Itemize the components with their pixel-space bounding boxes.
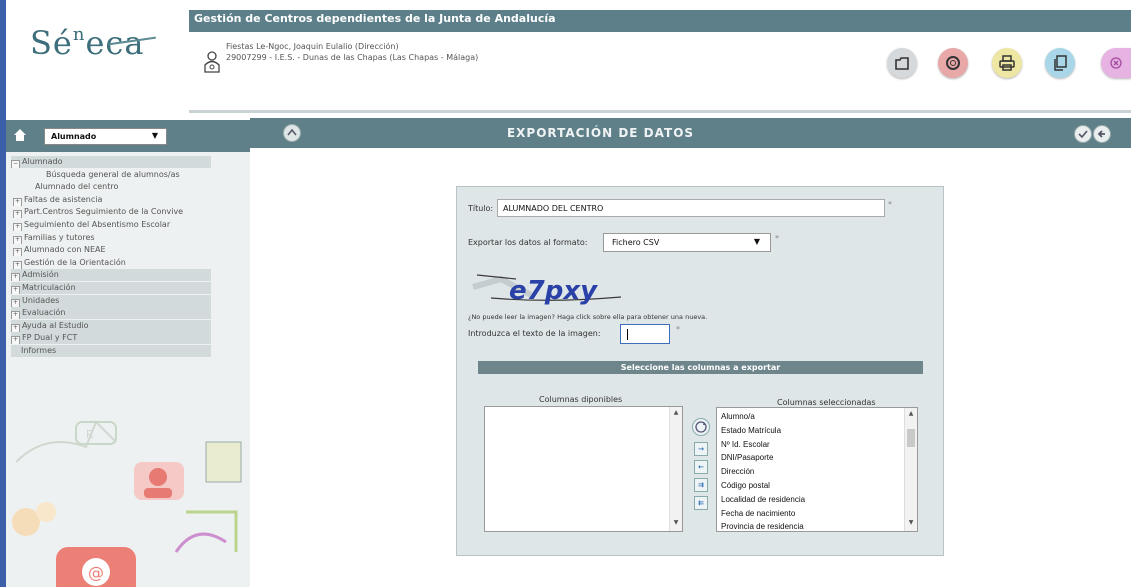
captcha-image[interactable]: e7pxy (471, 265, 626, 307)
sidebar-item-familias[interactable]: + Familias y tutores (11, 232, 211, 244)
scrollbar[interactable]: ▲ ▼ (904, 408, 917, 531)
captcha-input-label: Introduzca el texto de la imagen: (468, 329, 601, 338)
selected-column-option[interactable]: Código postal (717, 479, 917, 493)
sidebar-item-fp-dual[interactable]: + FP Dual y FCT (11, 332, 211, 345)
app-title: Gestión de Centros dependientes de la Ju… (194, 12, 556, 25)
scroll-down-arrow-icon[interactable]: ▼ (905, 519, 917, 529)
sidebar-item-ayuda-estudio[interactable]: + Ayuda al Estudio (11, 319, 211, 332)
move-all-left-icon[interactable]: ⇇ (694, 496, 708, 510)
expand-icon[interactable]: + (11, 336, 20, 345)
sidebar-item-neae[interactable]: + Alumnado con NEAE (11, 244, 211, 257)
selected-columns-title: Columnas seleccionadas (777, 398, 876, 407)
selected-column-option[interactable]: DNI/Pasaporte (717, 451, 917, 465)
expand-icon[interactable]: + (13, 222, 22, 231)
expand-icon[interactable]: + (11, 285, 20, 294)
move-left-icon[interactable]: ← (694, 460, 708, 474)
selected-columns-list[interactable]: Alumno/a Estado Matrícula Nº Id. Escolar DN… (716, 407, 918, 532)
titulo-label: Título: (468, 204, 494, 213)
selected-columns-options: Alumno/a Estado Matrícula Nº Id. Escolar DN… (717, 408, 917, 531)
accept-check-icon[interactable] (1074, 125, 1092, 143)
user-name: Fiestas Le-Ngoc, Joaquin Eulalio (Direcc… (226, 42, 399, 51)
scroll-up-arrow-icon[interactable]: ▲ (905, 410, 917, 420)
sidebar-item-orientacion[interactable]: + Gestión de la Orientación (11, 257, 211, 269)
close-icon[interactable] (1101, 48, 1131, 78)
selected-column-option[interactable]: Alumno/a (717, 410, 917, 424)
user-icon[interactable] (203, 50, 221, 74)
scroll-down-arrow-icon[interactable]: ▼ (670, 519, 682, 529)
sidebar-item-matriculacion[interactable]: + Matriculación (11, 281, 211, 294)
expand-icon[interactable]: + (13, 210, 22, 219)
chevron-down-icon: ▼ (753, 237, 760, 246)
format-select[interactable]: Fichero CSV ▼ (603, 233, 771, 252)
back-arrow-icon[interactable] (1093, 125, 1111, 143)
refresh-icon[interactable] (692, 418, 710, 436)
sidebar-menu: − Alumnado Búsqueda general de alumnos/as… (11, 156, 211, 358)
available-columns-list[interactable]: ▲ ▼ (484, 406, 683, 532)
seneca-logo[interactable]: Séneca (30, 24, 144, 62)
move-right-icon[interactable]: → (694, 442, 708, 456)
available-columns-title: Columnas diponibles (539, 395, 623, 404)
sidebar-item-alumnado[interactable]: − Alumnado (11, 156, 211, 168)
print-icon[interactable] (992, 48, 1022, 78)
text-caret (627, 329, 628, 340)
sidebar-item-alumnado-centro[interactable]: Alumnado del centro (11, 181, 211, 193)
required-mark: * (888, 200, 892, 209)
selected-column-option[interactable]: Fecha de nacimiento (717, 507, 917, 521)
sidebar-item-admision[interactable]: + Admisión (11, 269, 211, 282)
expand-icon[interactable]: + (11, 273, 20, 282)
scrollbar[interactable]: ▲ ▼ (669, 407, 682, 531)
copy-icon[interactable] (1045, 48, 1075, 78)
scroll-thumb[interactable] (907, 429, 915, 447)
expand-icon[interactable]: + (13, 248, 22, 257)
required-mark: * (775, 234, 779, 243)
selected-column-option[interactable]: Dirección (717, 465, 917, 479)
decorative-illustration: R @ (12, 420, 242, 587)
columns-section-title: Seleccione las columnas a exportar (478, 361, 923, 374)
collapse-icon[interactable]: − (11, 160, 20, 168)
user-center: 29007299 - I.E.S. - Dunas de las Chapas … (226, 53, 479, 62)
open-icon[interactable] (887, 48, 917, 78)
sidebar-item-informes[interactable]: Informes (11, 344, 211, 357)
move-all-right-icon[interactable]: ⇉ (694, 478, 708, 492)
selected-column-option[interactable]: Nº Id. Escolar (717, 438, 917, 452)
required-mark: * (676, 325, 680, 334)
format-select-value: Fichero CSV (612, 238, 660, 247)
expand-icon[interactable]: + (13, 197, 22, 206)
svg-text:@: @ (88, 563, 104, 582)
sidebar-item-unidades[interactable]: + Unidades (11, 294, 211, 307)
sidebar-item-absentismo[interactable]: + Seguimiento del Absentismo Escolar (11, 219, 211, 231)
expand-icon[interactable]: + (13, 260, 22, 269)
expand-icon[interactable]: + (11, 298, 20, 307)
page-title: EXPORTACIÓN DE DATOS (506, 126, 695, 140)
selected-column-option[interactable]: Estado Matrícula (717, 424, 917, 438)
expand-icon[interactable]: + (11, 311, 20, 320)
captcha-text: e7pxy (509, 276, 598, 306)
captcha-input[interactable] (620, 324, 670, 344)
help-lifebuoy-icon[interactable] (938, 48, 968, 78)
sidebar-item-convivencia[interactable]: + Part.Centros Seguimiento de la Convive (11, 206, 211, 219)
expand-icon[interactable]: + (11, 323, 20, 332)
captcha-hint[interactable]: ¿No puede leer la imagen? Haga click sob… (468, 313, 707, 321)
formato-label: Exportar los datos al formato: (468, 238, 588, 247)
scroll-up-arrow-icon[interactable]: ▲ (670, 409, 682, 419)
svg-text:R: R (86, 428, 94, 441)
header-separator (189, 110, 1131, 113)
sidebar-item-faltas[interactable]: + Faltas de asistencia (11, 194, 211, 206)
selected-column-option[interactable]: Provincia de residencia (717, 520, 917, 531)
sidebar-item-busqueda-general[interactable]: Búsqueda general de alumnos/as (11, 169, 211, 181)
expand-icon[interactable]: + (13, 235, 22, 244)
selected-column-option[interactable]: Localidad de residencia (717, 493, 917, 507)
sidebar-item-evaluacion[interactable]: + Evaluación (11, 307, 211, 320)
titulo-input[interactable]: ALUMNADO DEL CENTRO (497, 199, 885, 217)
